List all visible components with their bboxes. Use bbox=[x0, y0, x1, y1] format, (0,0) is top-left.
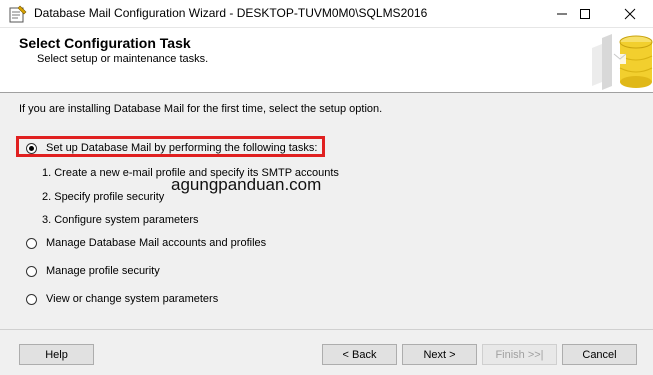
option-label: Set up Database Mail by performing the f… bbox=[46, 142, 318, 154]
close-button[interactable] bbox=[607, 0, 653, 27]
option-manage-profile-security[interactable]: Manage profile security bbox=[26, 263, 160, 279]
radio-icon[interactable] bbox=[26, 265, 37, 277]
task-item: 2. Specify profile security bbox=[42, 191, 165, 203]
cancel-button[interactable]: Cancel bbox=[562, 344, 637, 365]
close-icon bbox=[624, 8, 636, 19]
radio-selected-icon[interactable] bbox=[26, 142, 37, 154]
page-subtitle: Select setup or maintenance tasks. bbox=[37, 53, 209, 65]
option-setup-database-mail[interactable]: Set up Database Mail by performing the f… bbox=[26, 140, 317, 156]
radio-icon[interactable] bbox=[26, 293, 37, 305]
help-button[interactable]: Help bbox=[19, 344, 94, 365]
watermark-text: agungpanduan.com bbox=[171, 175, 322, 194]
option-label: Manage Database Mail accounts and profil… bbox=[46, 237, 267, 249]
window-title: Database Mail Configuration Wizard - DES… bbox=[34, 6, 428, 20]
option-label: View or change system parameters bbox=[46, 293, 219, 305]
title-bar: Database Mail Configuration Wizard - DES… bbox=[0, 0, 653, 28]
maximize-button[interactable] bbox=[562, 0, 608, 27]
content-panel: If you are installing Database Mail for … bbox=[0, 93, 653, 329]
option-view-system-parameters[interactable]: View or change system parameters bbox=[26, 291, 218, 307]
option-manage-accounts-profiles[interactable]: Manage Database Mail accounts and profil… bbox=[26, 235, 266, 251]
finish-button[interactable]: Finish >>| bbox=[482, 344, 557, 365]
option-label: Manage profile security bbox=[46, 265, 160, 277]
database-cylinder-icon bbox=[590, 28, 653, 92]
radio-icon[interactable] bbox=[26, 237, 37, 249]
task-item: 3. Configure system parameters bbox=[42, 214, 199, 226]
wizard-app-icon bbox=[9, 5, 27, 23]
back-button[interactable]: < Back bbox=[322, 344, 397, 365]
maximize-icon bbox=[580, 8, 590, 19]
wizard-header: Select Configuration Task Select setup o… bbox=[0, 28, 653, 93]
page-title: Select Configuration Task bbox=[19, 35, 191, 51]
intro-text: If you are installing Database Mail for … bbox=[19, 103, 383, 115]
next-button[interactable]: Next > bbox=[402, 344, 477, 365]
wizard-footer: Help < Back Next > Finish >>| Cancel bbox=[0, 330, 653, 375]
